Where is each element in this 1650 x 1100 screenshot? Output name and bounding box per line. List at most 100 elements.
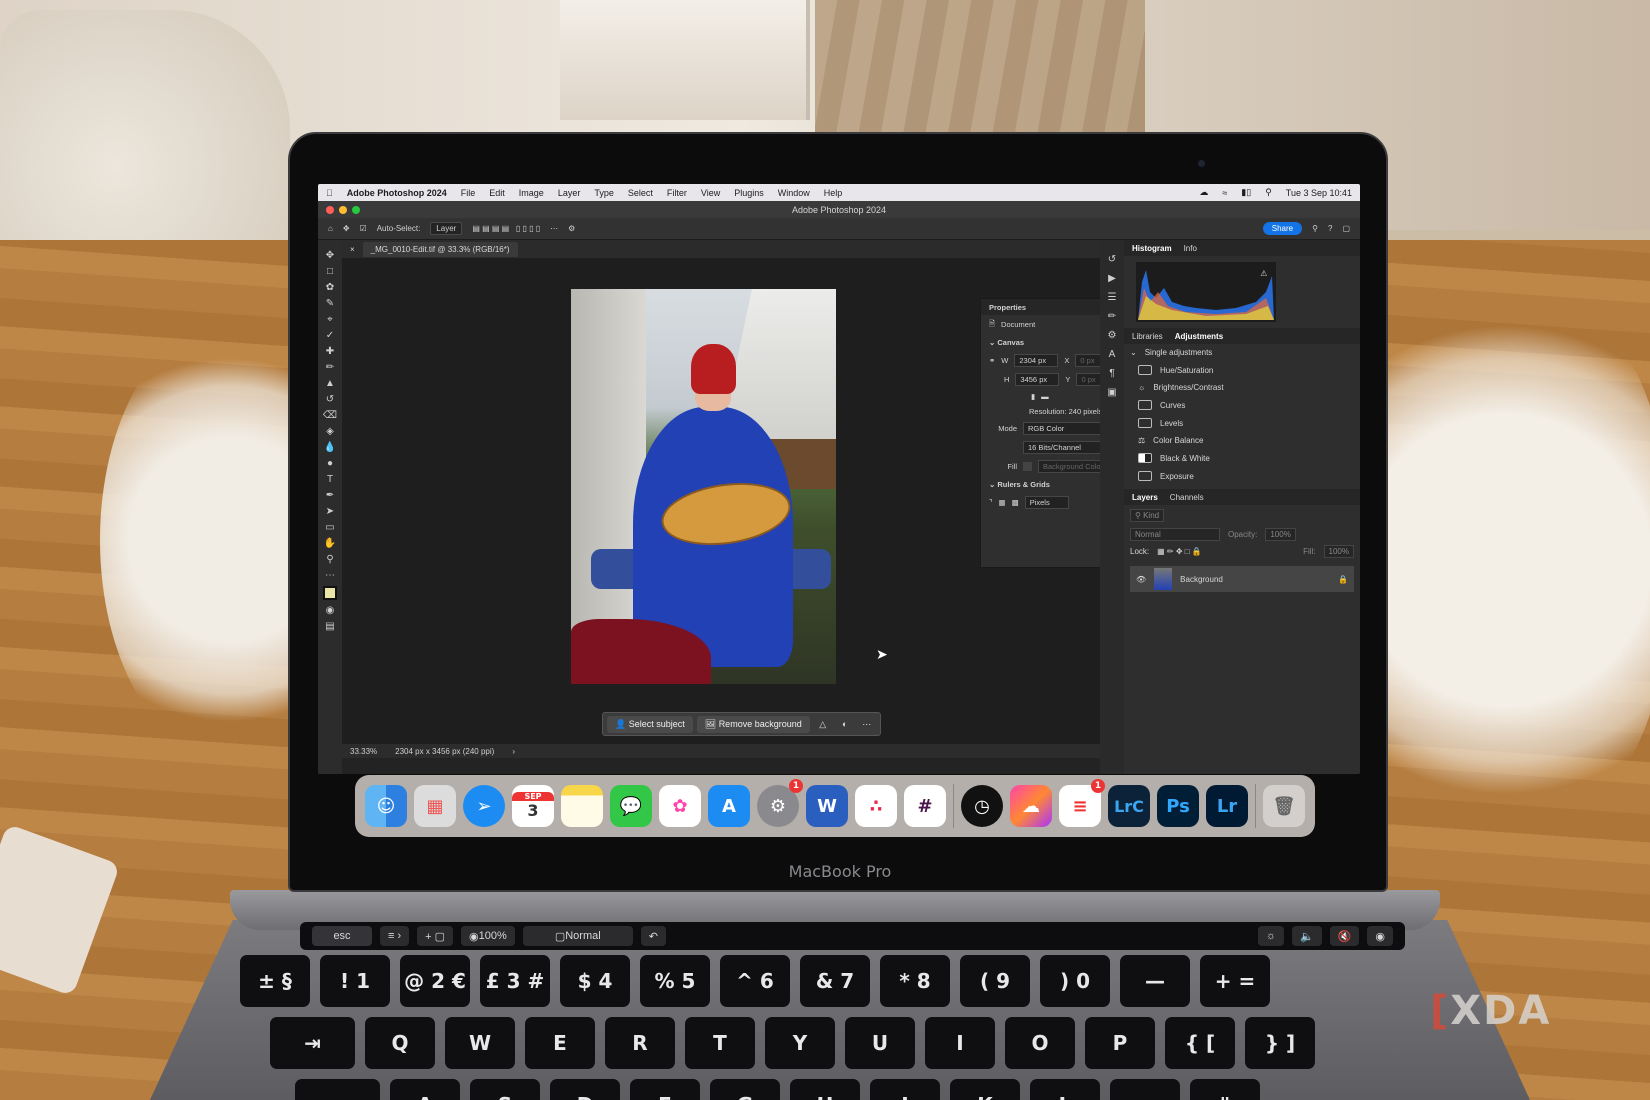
- adjustment-brightness-contrast[interactable]: ☼ Brightness/Contrast: [1124, 379, 1360, 396]
- adjustment-icon[interactable]: ◐: [836, 719, 854, 729]
- touchbar-volume-icon[interactable]: 🔈: [1291, 926, 1322, 946]
- auto-select-dropdown[interactable]: Layer: [430, 222, 463, 235]
- adjustment-black-white[interactable]: Black & White: [1124, 449, 1360, 467]
- share-button[interactable]: Share: [1262, 222, 1303, 235]
- touchbar-add-icon[interactable]: + ▢: [417, 926, 454, 946]
- adjustment-curves[interactable]: Curves: [1124, 396, 1360, 414]
- link-icon[interactable]: ⚭: [989, 356, 995, 365]
- launchpad-icon[interactable]: ▦: [414, 785, 456, 827]
- key[interactable]: K: [950, 1079, 1020, 1100]
- landscape-icon[interactable]: ▬: [1041, 392, 1049, 401]
- apple-icon[interactable]: : [326, 188, 333, 198]
- tab-histogram[interactable]: Histogram: [1132, 244, 1172, 253]
- close-tab-icon[interactable]: ×: [350, 245, 355, 254]
- marquee-tool-icon[interactable]: □: [327, 266, 333, 277]
- photoshop-icon[interactable]: Ps: [1157, 785, 1199, 827]
- tab-libraries[interactable]: Libraries: [1132, 332, 1163, 341]
- quick-select-icon[interactable]: ✎: [326, 298, 334, 309]
- chevron-right-icon[interactable]: ›: [512, 747, 515, 756]
- key[interactable]: H: [790, 1079, 860, 1100]
- more-options-icon[interactable]: ⋯: [550, 224, 558, 233]
- reminders-icon[interactable]: ≡ 1: [1059, 779, 1105, 827]
- lightroom-classic-icon[interactable]: LrC: [1108, 785, 1150, 827]
- key[interactable]: W: [445, 1017, 515, 1069]
- align-icons[interactable]: ▤ ▤ ▤ ▤ ▯ ▯ ▯ ▯: [472, 224, 540, 233]
- path-select-icon[interactable]: ➤: [326, 506, 334, 517]
- adjust-sliders-icon[interactable]: ⚙: [1108, 330, 1117, 341]
- touchbar-mute-icon[interactable]: 🔇: [1329, 926, 1360, 946]
- menu-filter[interactable]: Filter: [667, 188, 687, 198]
- key[interactable]: & 7: [800, 955, 870, 1007]
- key[interactable]: D: [550, 1079, 620, 1100]
- adjustment-hue-saturation[interactable]: Hue/Saturation: [1124, 361, 1360, 379]
- key[interactable]: U: [845, 1017, 915, 1069]
- blur-tool-icon[interactable]: 💧: [324, 442, 336, 453]
- width-field[interactable]: 2304 px: [1014, 354, 1059, 367]
- key[interactable]: ( 9: [960, 955, 1030, 1007]
- photos-icon[interactable]: ✿: [659, 785, 701, 827]
- lock-icons[interactable]: ▦ ✏ ✥ □ 🔒: [1157, 547, 1202, 556]
- menu-image[interactable]: Image: [519, 188, 544, 198]
- eyedropper-icon[interactable]: ✓: [326, 330, 334, 341]
- wifi-icon[interactable]: ≈: [1222, 188, 1227, 198]
- spotlight-icon[interactable]: ⚲: [1265, 187, 1272, 198]
- adjustment-color-balance[interactable]: ⚖ Color Balance: [1124, 432, 1360, 449]
- key[interactable]: * 8: [880, 955, 950, 1007]
- touchbar-opacity[interactable]: ◉ 100%: [461, 926, 515, 946]
- key[interactable]: J: [870, 1079, 940, 1100]
- menu-select[interactable]: Select: [628, 188, 653, 198]
- glyphs-icon[interactable]: ▣: [1107, 387, 1116, 398]
- brush-tool-icon[interactable]: ✏: [326, 362, 334, 373]
- single-adjustments-header[interactable]: ⌄ Single adjustments: [1124, 344, 1360, 361]
- key[interactable]: I: [925, 1017, 995, 1069]
- key[interactable]: O: [1005, 1017, 1075, 1069]
- key[interactable]: T: [685, 1017, 755, 1069]
- key[interactable]: Q: [365, 1017, 435, 1069]
- key[interactable]: G: [710, 1079, 780, 1100]
- tab-layers[interactable]: Layers: [1132, 493, 1158, 502]
- select-subject-button[interactable]: 👤 Select subject: [607, 715, 693, 733]
- menu-plugins[interactable]: Plugins: [734, 188, 764, 198]
- character-icon[interactable]: A: [1109, 349, 1116, 360]
- history-brush-icon[interactable]: ↺: [326, 394, 334, 405]
- menu-file[interactable]: File: [461, 188, 476, 198]
- move-tool-icon[interactable]: ✥: [343, 224, 350, 233]
- finder-icon[interactable]: ☺: [365, 785, 407, 827]
- key[interactable]: ^ 6: [720, 955, 790, 1007]
- ruler-icon[interactable]: ⌝: [989, 498, 993, 507]
- menu-app-name[interactable]: Adobe Photoshop 2024: [347, 188, 447, 198]
- brushes-icon[interactable]: ✏: [1108, 311, 1116, 322]
- touchbar-siri-icon[interactable]: ◉: [1367, 926, 1393, 946]
- messages-icon[interactable]: 💬: [610, 785, 652, 827]
- pen-tool-icon[interactable]: ✒: [326, 490, 334, 501]
- key[interactable]: + =: [1200, 955, 1270, 1007]
- grid-icon[interactable]: ▦: [999, 498, 1006, 507]
- healing-brush-icon[interactable]: ✚: [326, 346, 334, 357]
- crop-tool-icon[interactable]: ⌖: [327, 314, 333, 325]
- quick-mask-icon[interactable]: ◉: [326, 605, 335, 616]
- cluster-app-icon[interactable]: ∴: [855, 785, 897, 827]
- layer-background[interactable]: 👁 Background 🔒: [1130, 566, 1354, 592]
- move-tool-icon[interactable]: ✥: [326, 250, 334, 261]
- menu-edit[interactable]: Edit: [489, 188, 505, 198]
- auto-select-checkbox[interactable]: ☑: [360, 224, 367, 233]
- paragraph-icon[interactable]: ¶: [1109, 368, 1114, 379]
- key[interactable]: ! 1: [320, 955, 390, 1007]
- adjustment-exposure[interactable]: Exposure: [1124, 467, 1360, 485]
- eraser-tool-icon[interactable]: ⌫: [323, 410, 337, 421]
- eye-icon[interactable]: 👁: [1136, 575, 1146, 584]
- adjustment-levels[interactable]: Levels: [1124, 414, 1360, 432]
- more-icon[interactable]: ⋯: [858, 719, 876, 730]
- menu-view[interactable]: View: [701, 188, 720, 198]
- key[interactable]: } ]: [1245, 1017, 1315, 1069]
- fill-swatch[interactable]: [1023, 462, 1032, 471]
- key[interactable]: :: [1110, 1079, 1180, 1100]
- tab-adjustments[interactable]: Adjustments: [1175, 332, 1223, 341]
- lock-icon[interactable]: 🔒: [1338, 575, 1348, 584]
- key[interactable]: @ 2 €: [400, 955, 470, 1007]
- lightroom-icon[interactable]: Lr: [1206, 785, 1248, 827]
- app-store-icon[interactable]: A: [708, 785, 750, 827]
- zoom-level[interactable]: 33.33%: [350, 747, 377, 756]
- slack-icon[interactable]: #: [904, 785, 946, 827]
- bit-depth-dropdown[interactable]: 16 Bits/Channel: [1023, 441, 1103, 454]
